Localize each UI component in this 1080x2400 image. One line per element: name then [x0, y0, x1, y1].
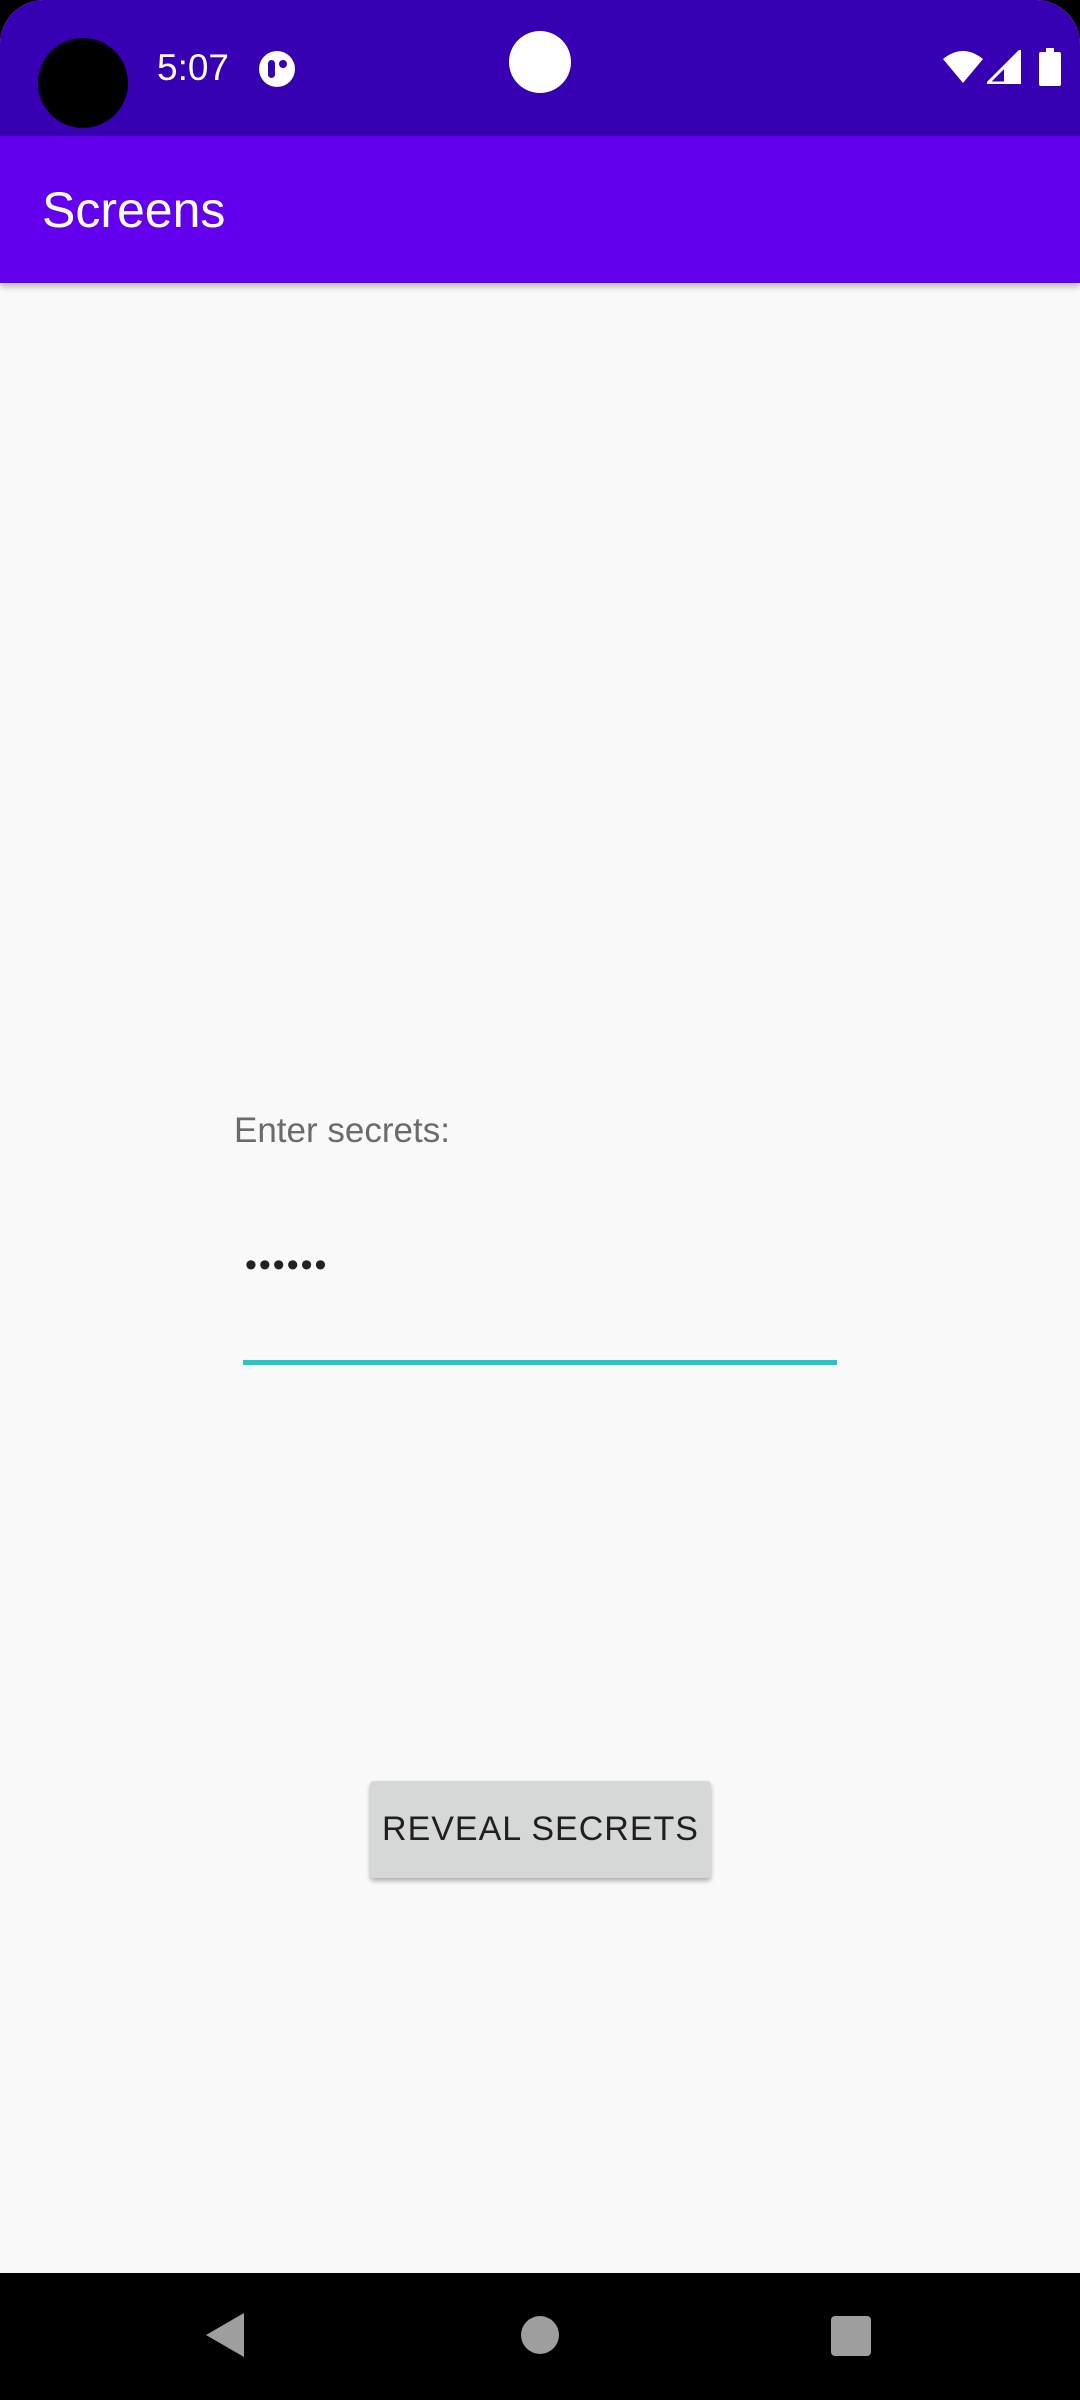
battery-icon: [1039, 48, 1061, 86]
password-masked-value: ••••••: [245, 1246, 329, 1284]
camera-cutout: [38, 38, 128, 128]
recents-icon[interactable]: [831, 2316, 871, 2356]
home-icon[interactable]: [521, 2316, 559, 2354]
status-time: 5:07: [157, 47, 230, 88]
secrets-password-input[interactable]: ••••••: [243, 1235, 837, 1367]
app-bar: Screens: [0, 136, 1080, 283]
notification-app-icon: [259, 51, 295, 87]
wifi-icon: [943, 51, 983, 83]
signal-icon: [987, 50, 1021, 84]
navigation-bar: [0, 2273, 1080, 2400]
app-title: Screens: [42, 182, 226, 238]
back-icon[interactable]: [204, 2311, 246, 2359]
input-underline: [243, 1360, 837, 1365]
status-bar: 5:07: [0, 0, 1080, 136]
status-center-dot: [509, 31, 571, 93]
reveal-secrets-button[interactable]: REVEAL SECRETS: [370, 1781, 711, 1878]
secrets-prompt-label: Enter secrets:: [234, 1111, 450, 1150]
phone-screen: 5:07 Screens Enter secrets: •••••• REVEA…: [0, 0, 1080, 2400]
